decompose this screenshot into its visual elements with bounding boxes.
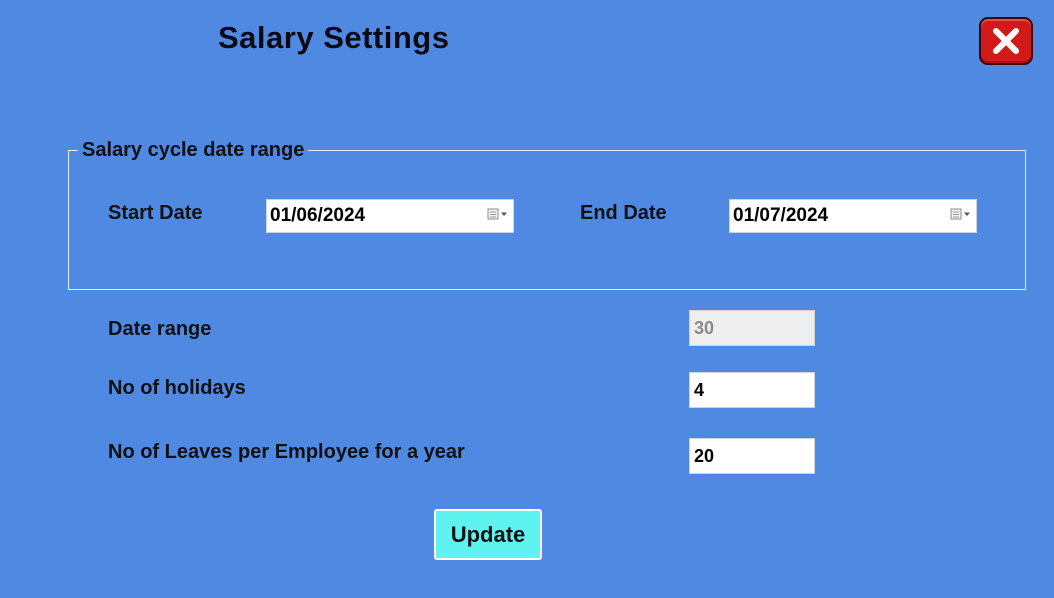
holidays-label: No of holidays: [108, 377, 246, 399]
end-date-label: End Date: [580, 202, 667, 224]
dialog-title: Salary Settings: [218, 20, 450, 55]
calendar-dropdown-icon: [950, 207, 972, 225]
date-range-label: Date range: [108, 318, 212, 340]
end-date-calendar-button[interactable]: [946, 200, 976, 232]
close-x-icon: [991, 26, 1021, 56]
update-button[interactable]: Update: [434, 509, 542, 560]
close-button[interactable]: [979, 17, 1033, 65]
calendar-dropdown-icon: [487, 207, 509, 225]
leaves-label: No of Leaves per Employee for a year: [108, 441, 465, 463]
end-date-picker[interactable]: 01/07/2024: [729, 199, 977, 233]
holidays-field[interactable]: [689, 372, 815, 408]
start-date-calendar-button[interactable]: [483, 200, 513, 232]
start-date-value: 01/06/2024: [270, 205, 366, 226]
leaves-field[interactable]: [689, 438, 815, 474]
date-range-field: [689, 310, 815, 346]
salary-cycle-legend: Salary cycle date range: [78, 139, 309, 162]
start-date-picker[interactable]: 01/06/2024: [266, 199, 514, 233]
start-date-label: Start Date: [108, 202, 203, 224]
end-date-value: 01/07/2024: [733, 205, 829, 226]
